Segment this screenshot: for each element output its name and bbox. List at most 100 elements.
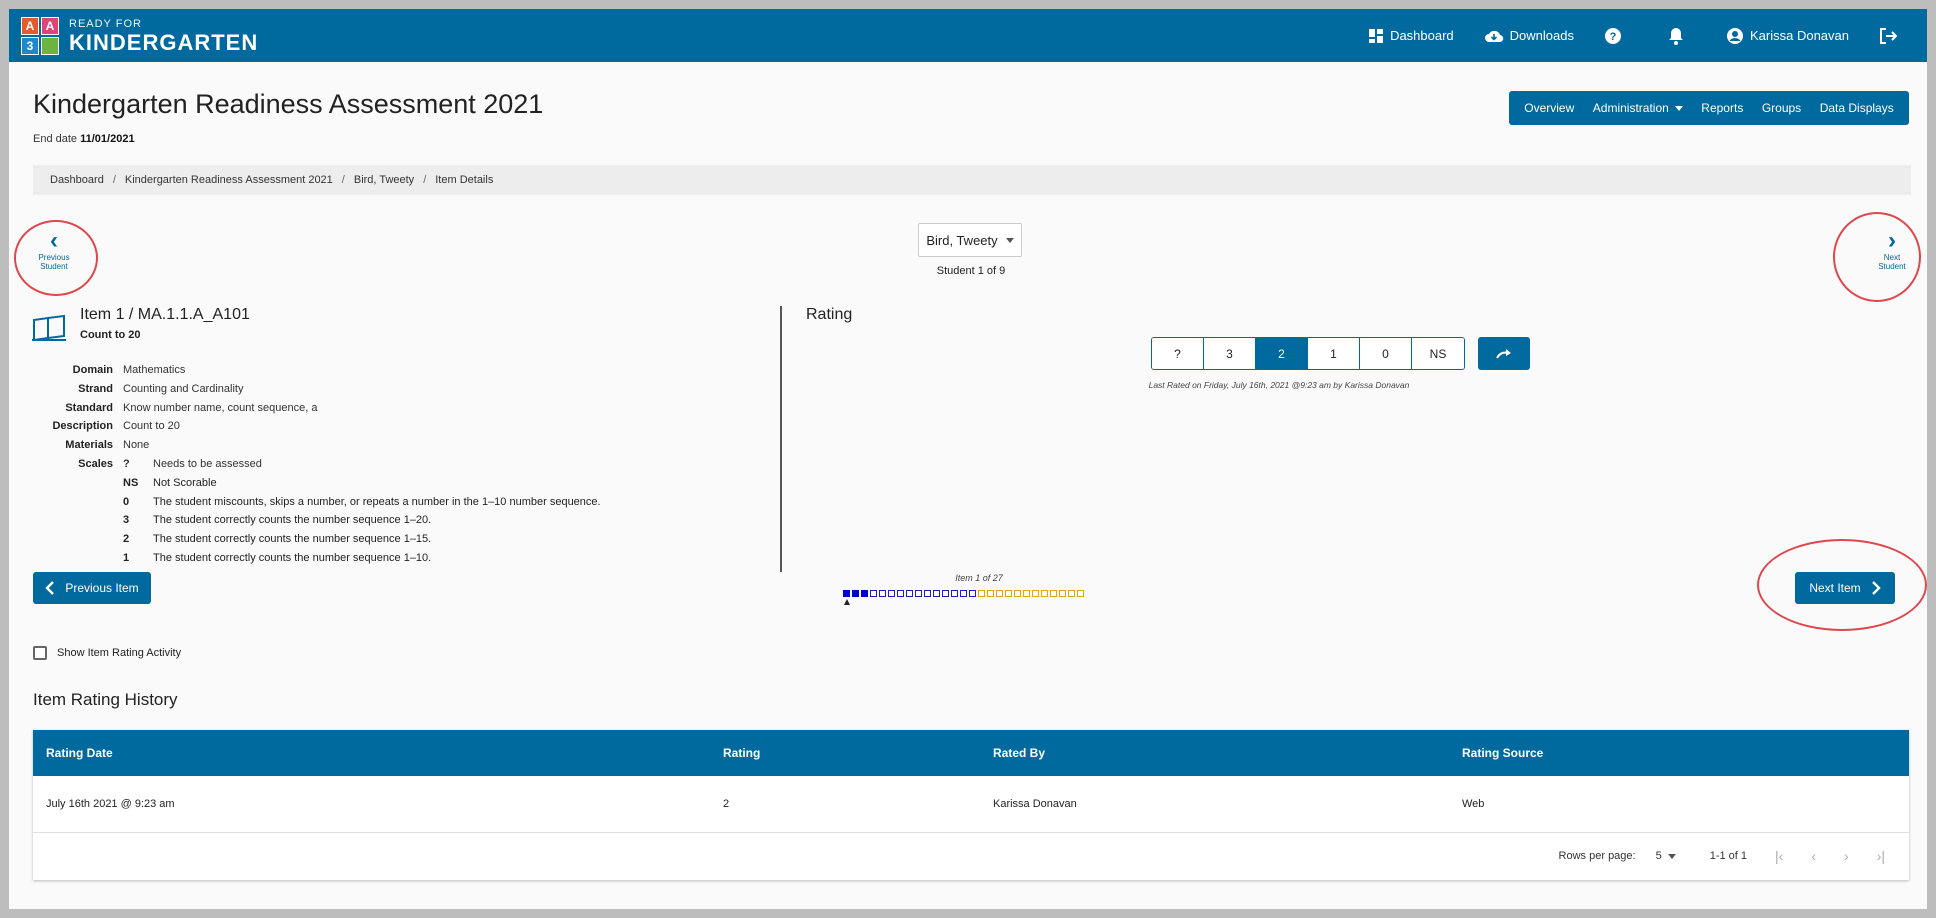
- progress-square[interactable]: [852, 590, 859, 597]
- breadcrumb-student[interactable]: Bird, Tweety: [354, 174, 414, 186]
- rows-per-page-select[interactable]: 5: [1656, 850, 1676, 862]
- scale-text: Not Scorable: [153, 476, 217, 489]
- scale-code: 0: [123, 495, 130, 508]
- progress-square[interactable]: [969, 590, 976, 597]
- detail-label: Strand: [78, 382, 113, 395]
- column-header[interactable]: Rated By: [993, 746, 1045, 760]
- progress-square[interactable]: [1032, 590, 1039, 597]
- downloads-link[interactable]: Downloads: [1484, 28, 1574, 44]
- progress-square[interactable]: [1014, 590, 1021, 597]
- progress-square[interactable]: [951, 590, 958, 597]
- progress-square[interactable]: [879, 590, 886, 597]
- highlight-circle: [14, 220, 98, 296]
- rating-option-ns[interactable]: NS: [1412, 338, 1464, 369]
- progress-square[interactable]: [906, 590, 913, 597]
- scale-row: NS Not Scorable: [123, 474, 601, 493]
- rating-option-0[interactable]: 0: [1360, 338, 1412, 369]
- dashboard-icon: [1369, 28, 1384, 43]
- progress-square[interactable]: [987, 590, 994, 597]
- logo-tiles: A A 3: [21, 17, 59, 55]
- progress-square[interactable]: [843, 590, 850, 597]
- progress-square[interactable]: [933, 590, 940, 597]
- vertical-divider: [780, 306, 782, 572]
- progress-square[interactable]: [1005, 590, 1012, 597]
- progress-square[interactable]: [861, 590, 868, 597]
- history-title: Item Rating History: [33, 690, 178, 709]
- logo-tile: [41, 37, 59, 55]
- progress-square[interactable]: [1041, 590, 1048, 597]
- redo-icon: [1496, 348, 1511, 359]
- breadcrumb-dashboard[interactable]: Dashboard: [50, 174, 104, 186]
- rating-option-1[interactable]: 1: [1308, 338, 1360, 369]
- column-header[interactable]: Rating Source: [1462, 746, 1543, 760]
- show-activity-checkbox[interactable]: Show Item Rating Activity: [33, 646, 181, 660]
- progress-square[interactable]: [870, 590, 877, 597]
- progress-square[interactable]: [1023, 590, 1030, 597]
- rating-option-unknown[interactable]: ?: [1152, 338, 1204, 369]
- app-logo[interactable]: A A 3 READY FOR KINDERGARTEN: [21, 17, 258, 55]
- tab-reports[interactable]: Reports: [1701, 101, 1743, 115]
- tab-overview[interactable]: Overview: [1524, 101, 1574, 115]
- student-select[interactable]: Bird, Tweety: [918, 223, 1022, 257]
- progress-square[interactable]: [1050, 590, 1057, 597]
- table-cell: July 16th 2021 @ 9:23 am: [46, 798, 175, 810]
- top-bar: A A 3 READY FOR KINDERGARTEN Dashboard D…: [9, 9, 1927, 62]
- scale-text: The student miscounts, skips a number, o…: [153, 495, 601, 508]
- cloud-download-icon: [1484, 30, 1503, 42]
- progress-square[interactable]: [924, 590, 931, 597]
- rating-option-2[interactable]: 2: [1256, 338, 1308, 369]
- column-header[interactable]: Rating Date: [46, 746, 113, 760]
- tab-groups[interactable]: Groups: [1762, 101, 1801, 115]
- detail-row-scales: Scales? Needs to be assessed: [33, 455, 601, 474]
- progress-square[interactable]: [960, 590, 967, 597]
- rating-button-group: ? 3 2 1 0 NS: [1151, 337, 1465, 370]
- scale-row-first: ? Needs to be assessed: [123, 455, 262, 474]
- pager-range: 1-1 of 1: [1709, 850, 1748, 862]
- previous-page-icon[interactable]: ‹: [1811, 848, 1816, 864]
- progress-square[interactable]: [1077, 590, 1084, 597]
- first-page-icon[interactable]: |‹: [1775, 848, 1783, 864]
- breadcrumb-assessment[interactable]: Kindergarten Readiness Assessment 2021: [125, 174, 333, 186]
- rows-per-page-value: 5: [1655, 850, 1662, 862]
- end-date: End date 11/01/2021: [33, 133, 135, 145]
- previous-item-label: Previous Item: [65, 581, 139, 595]
- breadcrumb-separator: /: [341, 174, 345, 186]
- chevron-left-icon: [45, 581, 55, 595]
- logo-tile: A: [21, 17, 39, 35]
- table-cell: Web: [1462, 798, 1485, 810]
- progress-square[interactable]: [1059, 590, 1066, 597]
- progress-square[interactable]: [996, 590, 1003, 597]
- progress-square[interactable]: [888, 590, 895, 597]
- student-count: Student 1 of 9: [936, 265, 1006, 277]
- user-menu[interactable]: Karissa Donavan: [1726, 27, 1849, 45]
- item-subtitle: Count to 20: [80, 329, 141, 341]
- progress-square[interactable]: [915, 590, 922, 597]
- progress-square[interactable]: [1068, 590, 1075, 597]
- notifications-button[interactable]: [1668, 27, 1690, 45]
- progress-square[interactable]: [942, 590, 949, 597]
- redo-button[interactable]: [1478, 337, 1530, 370]
- highlight-circle: [1757, 539, 1927, 631]
- next-page-icon[interactable]: ›: [1844, 848, 1849, 864]
- detail-row-strand: Strand Counting and Cardinality: [33, 380, 601, 399]
- top-nav: Dashboard Downloads ? Karissa Donavan: [1368, 9, 1927, 62]
- logout-button[interactable]: [1879, 27, 1903, 44]
- table-cell: Karissa Donavan: [993, 798, 1077, 810]
- rating-option-3[interactable]: 3: [1204, 338, 1256, 369]
- scale-row: 3 The student correctly counts the number…: [123, 511, 601, 530]
- logo-text: READY FOR KINDERGARTEN: [69, 17, 258, 54]
- tab-data-displays[interactable]: Data Displays: [1820, 101, 1894, 115]
- scale-text: The student correctly counts the number …: [153, 514, 432, 527]
- previous-item-button[interactable]: Previous Item: [33, 572, 151, 604]
- logo-small-text: READY FOR: [69, 17, 142, 30]
- tab-administration[interactable]: Administration: [1593, 101, 1683, 115]
- rows-per-page-label: Rows per page:: [1558, 850, 1636, 862]
- progress-square[interactable]: [978, 590, 985, 597]
- help-button[interactable]: ?: [1604, 27, 1628, 45]
- column-header[interactable]: Rating: [723, 746, 760, 760]
- detail-value: Counting and Cardinality: [123, 382, 244, 395]
- last-page-icon[interactable]: ›|: [1877, 848, 1885, 864]
- scale-code: NS: [123, 476, 139, 489]
- dashboard-link[interactable]: Dashboard: [1368, 28, 1454, 44]
- progress-square[interactable]: [897, 590, 904, 597]
